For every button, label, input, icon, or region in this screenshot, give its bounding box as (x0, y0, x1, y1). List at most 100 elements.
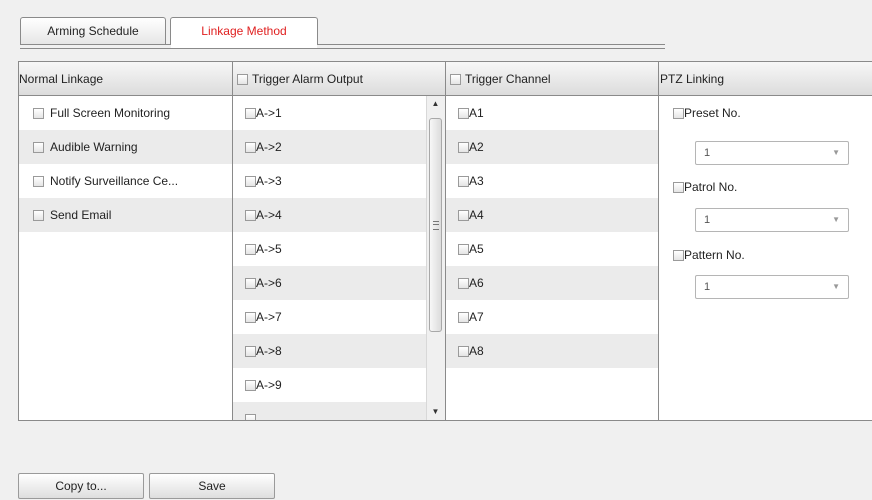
list-item[interactable]: A->3 (233, 164, 427, 198)
preset-value: 1 (704, 147, 711, 159)
item-label: A->6 (256, 276, 282, 290)
list-item[interactable]: A->8 (233, 334, 427, 368)
checkbox[interactable] (458, 142, 469, 154)
checkbox[interactable] (458, 278, 469, 290)
preset-select[interactable]: 1 ▼ (695, 141, 849, 165)
pattern-value: 1 (704, 281, 711, 293)
list-item[interactable]: A5 (446, 232, 658, 266)
item-label: A8 (469, 344, 484, 358)
checkbox[interactable] (458, 244, 469, 256)
checkbox[interactable] (458, 176, 469, 188)
vertical-scrollbar[interactable]: ▲ ▼ (426, 96, 445, 420)
trigger-channel-column: Trigger Channel A1 A2 A3 A4 A5 A6 A7 A8 (446, 62, 659, 420)
list-item[interactable]: Full Screen Monitoring (19, 96, 232, 130)
pattern-checkbox[interactable] (673, 250, 684, 262)
select-all-alarm-output-checkbox[interactable] (237, 74, 248, 86)
item-label: A->2 (256, 140, 282, 154)
preset-checkbox[interactable] (673, 108, 684, 120)
item-label: A5 (469, 242, 484, 256)
list-item[interactable]: Notify Surveillance Ce... (19, 164, 232, 198)
tab-underline (20, 44, 665, 49)
tab-linkage-method[interactable]: Linkage Method (170, 17, 318, 45)
checkbox[interactable] (245, 380, 256, 392)
list-item[interactable]: A3 (446, 164, 658, 198)
checkbox[interactable] (458, 108, 469, 120)
checkbox[interactable] (33, 176, 44, 188)
item-label: A2 (469, 140, 484, 154)
scroll-thumb[interactable] (429, 118, 442, 332)
checkbox[interactable] (245, 176, 256, 188)
list-item[interactable]: A7 (446, 300, 658, 334)
ptz-linking-header: PTZ Linking (659, 62, 872, 96)
item-label: A1 (469, 106, 484, 120)
item-label: Audible Warning (50, 140, 138, 154)
checkbox[interactable] (33, 108, 44, 120)
patrol-checkbox[interactable] (673, 182, 684, 194)
list-item[interactable] (233, 402, 427, 420)
list-item[interactable]: A8 (446, 334, 658, 368)
normal-linkage-title: Normal Linkage (19, 72, 104, 86)
chevron-down-icon: ▼ (832, 215, 840, 224)
list-item[interactable]: A->6 (233, 266, 427, 300)
select-all-channel-checkbox[interactable] (450, 74, 461, 86)
chevron-down-icon: ▼ (832, 148, 840, 157)
checkbox[interactable] (245, 210, 256, 222)
trigger-channel-header: Trigger Channel (446, 62, 658, 96)
list-item[interactable]: A2 (446, 130, 658, 164)
preset-label: Preset No. (684, 106, 741, 120)
item-label: A4 (469, 208, 484, 222)
trigger-alarm-output-column: Trigger Alarm Output A->1 A->2 A->3 A->4… (233, 62, 446, 420)
item-label: A->5 (256, 242, 282, 256)
list-item[interactable]: A4 (446, 198, 658, 232)
ptz-linking-title: PTZ Linking (660, 72, 725, 86)
checkbox[interactable] (245, 346, 256, 358)
trigger-channel-title: Trigger Channel (465, 72, 551, 86)
grip-icon (433, 221, 439, 230)
patrol-row[interactable]: Patrol No. (659, 170, 872, 204)
list-item[interactable]: A1 (446, 96, 658, 130)
item-label: Notify Surveillance Ce... (50, 174, 179, 188)
copy-to-button[interactable]: Copy to... (18, 473, 144, 499)
item-label: Send Email (50, 208, 112, 222)
chevron-down-icon: ▼ (832, 282, 840, 291)
checkbox[interactable] (245, 414, 256, 420)
checkbox[interactable] (245, 278, 256, 290)
list-item[interactable]: Send Email (19, 198, 232, 232)
patrol-select[interactable]: 1 ▼ (695, 208, 849, 232)
trigger-alarm-output-header: Trigger Alarm Output (233, 62, 445, 96)
pattern-select[interactable]: 1 ▼ (695, 275, 849, 299)
checkbox[interactable] (33, 142, 44, 154)
checkbox[interactable] (245, 312, 256, 324)
checkbox[interactable] (245, 108, 256, 120)
checkbox[interactable] (458, 346, 469, 358)
item-label: A->7 (256, 310, 282, 324)
checkbox[interactable] (458, 210, 469, 222)
list-item[interactable]: A->9 (233, 368, 427, 402)
list-item[interactable]: A->2 (233, 130, 427, 164)
checkbox[interactable] (458, 312, 469, 324)
normal-linkage-header: Normal Linkage (19, 62, 232, 96)
checkbox[interactable] (245, 244, 256, 256)
preset-row[interactable]: Preset No. (659, 96, 872, 130)
tab-arming-schedule[interactable]: Arming Schedule (20, 17, 166, 44)
item-label: A6 (469, 276, 484, 290)
item-label: A->8 (256, 344, 282, 358)
checkbox[interactable] (245, 142, 256, 154)
pattern-row[interactable]: Pattern No. (659, 238, 872, 272)
list-item[interactable]: A->7 (233, 300, 427, 334)
alarm-output-list[interactable]: A->1 A->2 A->3 A->4 A->5 A->6 A->7 A->8 … (233, 96, 427, 420)
item-label: A->1 (256, 106, 282, 120)
list-item[interactable]: A->1 (233, 96, 427, 130)
list-item[interactable]: A->5 (233, 232, 427, 266)
checkbox[interactable] (33, 210, 44, 222)
save-button[interactable]: Save (149, 473, 275, 499)
item-label: Full Screen Monitoring (50, 106, 171, 120)
list-item[interactable]: A->4 (233, 198, 427, 232)
list-item[interactable]: A6 (446, 266, 658, 300)
patrol-label: Patrol No. (684, 180, 738, 194)
scroll-up-arrow-icon[interactable]: ▲ (427, 96, 444, 112)
scroll-down-arrow-icon[interactable]: ▼ (427, 404, 444, 420)
normal-linkage-column: Normal Linkage Full Screen Monitoring Au… (19, 62, 233, 420)
list-item[interactable]: Audible Warning (19, 130, 232, 164)
patrol-value: 1 (704, 214, 711, 226)
